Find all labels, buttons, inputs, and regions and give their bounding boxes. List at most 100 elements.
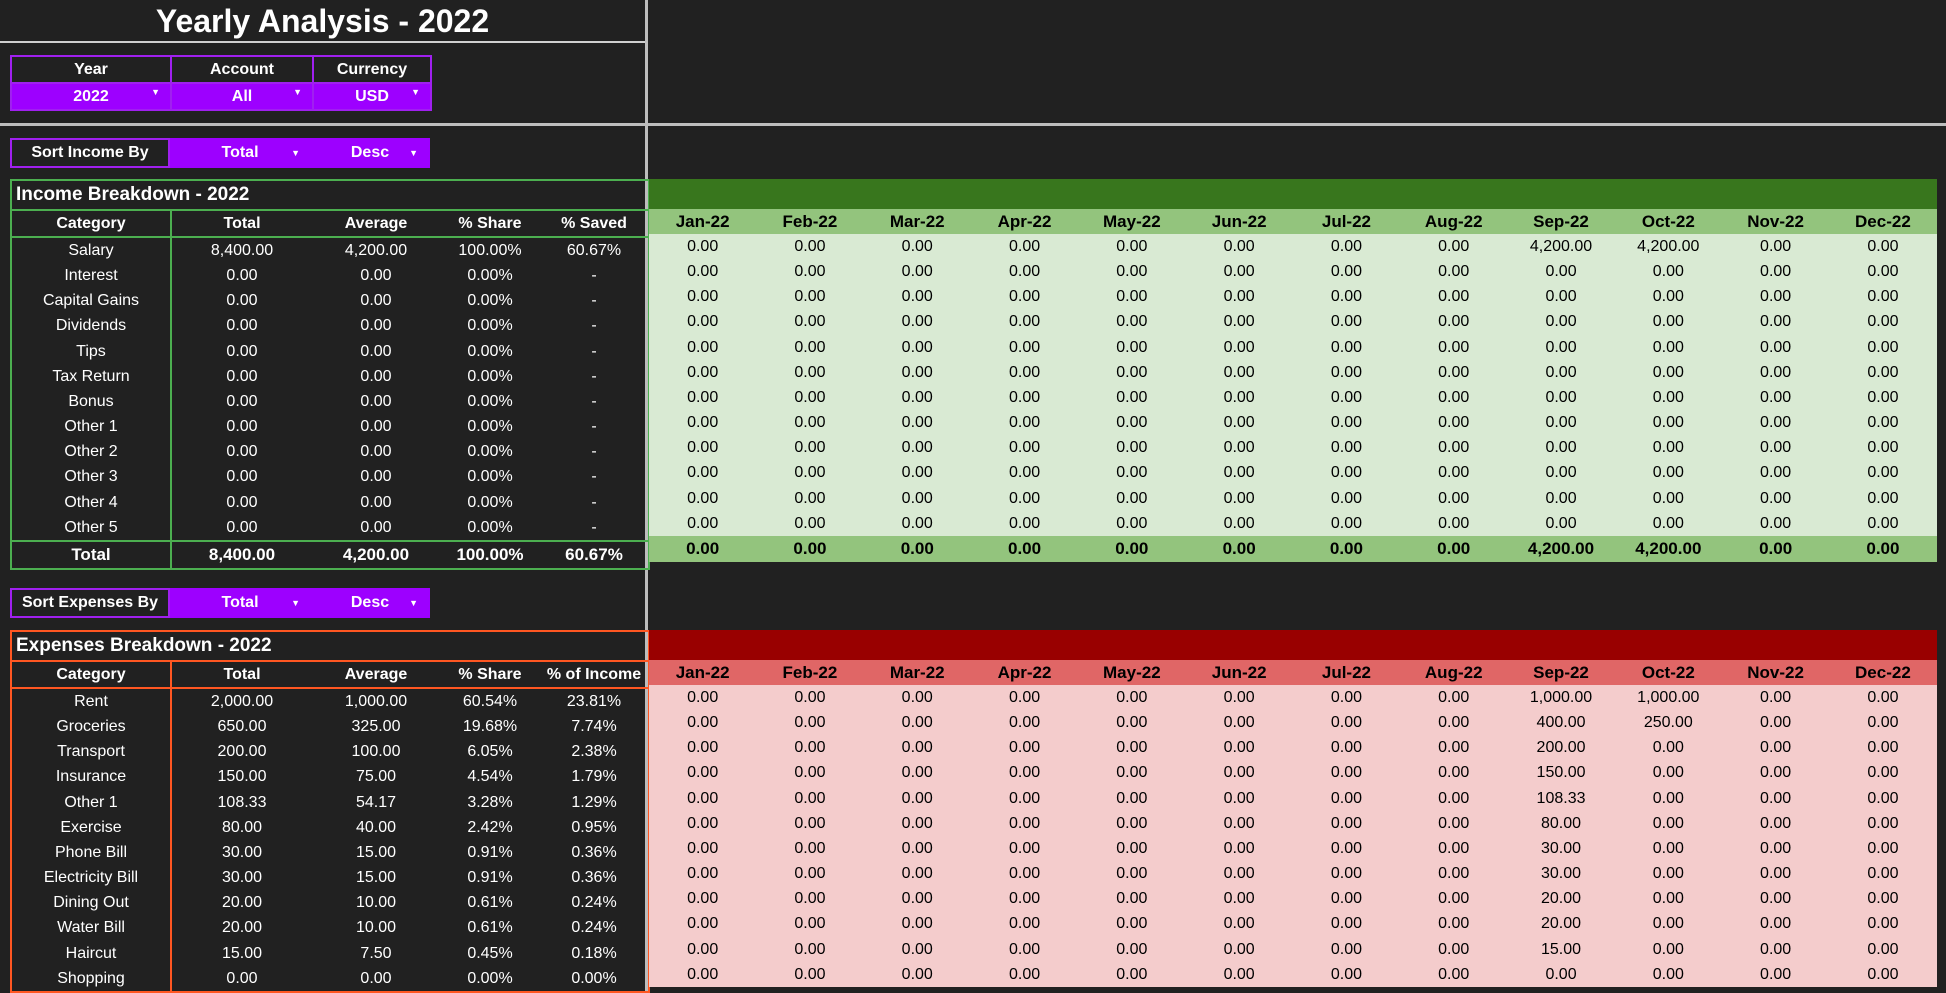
income-month-value: 0.00 [1507, 284, 1615, 310]
table-row: 0.00 0.00 0.00 0.00 0.00 0.00 0.00 0.00 108.33 0.… [649, 785, 1937, 812]
caret-down-icon: ▼ [291, 598, 300, 608]
expense-month-value: 80.00 [1507, 811, 1615, 837]
income-month-value: 0.00 [1400, 234, 1508, 260]
income-band-cell [970, 179, 1079, 209]
income-month-value: 0.00 [1292, 435, 1401, 461]
expense-sort-by-dropdown[interactable]: Total ▼ [168, 588, 312, 618]
expense-month-value: 0.00 [1721, 785, 1830, 812]
expense-band-cell [1078, 630, 1186, 660]
income-month-value: 0.00 [1614, 309, 1722, 335]
income-category-cell: Salary [11, 237, 172, 264]
expense-month-value: 0.00 [649, 710, 757, 736]
income-band-cell [1614, 179, 1722, 209]
income-month-value: 0.00 [1185, 410, 1293, 436]
expense-month-value: 0.00 [756, 886, 864, 912]
expense-month-value: 0.00 [1829, 760, 1937, 786]
expense-month-value: 0.00 [756, 735, 864, 761]
expense-category-cell: Shopping [11, 966, 172, 993]
income-month-value: 0.00 [756, 435, 864, 461]
income-value-cell: 0.00% [467, 518, 513, 536]
year-value: 2022 [73, 87, 109, 105]
expense-value-cell: 20.00 [221, 919, 263, 937]
income-month-header: Jan-22 [649, 209, 757, 235]
income-month-value: 0.00 [1185, 309, 1293, 335]
table-row: Other 1 0.00 0.00 0.00% - [11, 414, 649, 440]
income-month-value: 0.00 [863, 234, 971, 260]
expense-month-value: 0.00 [1829, 811, 1937, 837]
income-month-value: 0.00 [649, 259, 757, 285]
income-month-total-row: 0.00 0.00 0.00 0.00 0.00 0.00 0.00 0.00 4,200.00… [649, 536, 1937, 562]
expense-month-value: 0.00 [1400, 861, 1508, 887]
income-sort-by-dropdown[interactable]: Total ▼ [168, 138, 312, 168]
expense-month-value: 0.00 [1721, 937, 1830, 963]
income-sort-by-value: Total [221, 144, 259, 161]
expense-month-value: 0.00 [1721, 962, 1830, 988]
income-month-value: 0.00 [1292, 460, 1401, 487]
expense-category-cell: Water Bill [11, 915, 172, 942]
expense-value-cell: 1.29% [571, 793, 617, 811]
table-row: Exercise 80.00 40.00 2.42% 0.95% [11, 815, 649, 841]
income-total-cell: 100.00% [440, 540, 540, 569]
income-value-cell: 0.00% [467, 468, 513, 486]
caret-down-icon: ▼ [293, 87, 302, 97]
income-value-cell: 0.00% [467, 493, 513, 511]
table-row: Dining Out 20.00 10.00 0.61% 0.24% [11, 890, 649, 916]
expense-month-value: 0.00 [649, 760, 757, 786]
currency-dropdown[interactable]: USD ▼ [312, 82, 432, 111]
expense-month-value: 0.00 [1829, 735, 1937, 761]
income-month-value: 0.00 [756, 309, 864, 335]
income-month-header: May-22 [1078, 209, 1186, 235]
expense-value-cell: 60.54% [462, 692, 518, 710]
income-total-cell: 4,200.00 [312, 540, 440, 569]
expense-value-cell: 0.00 [360, 969, 392, 987]
income-month-value: 0.00 [1185, 334, 1293, 361]
expense-month-value: 0.00 [649, 785, 757, 812]
expense-month-value: 0.00 [1185, 962, 1293, 988]
expense-month-value: 0.00 [1185, 861, 1293, 887]
expense-month-value: 0.00 [1721, 735, 1830, 761]
income-month-value: 0.00 [1400, 435, 1508, 461]
income-month-value: 0.00 [1078, 460, 1186, 487]
income-month-value: 0.00 [1078, 360, 1186, 386]
income-month-header: Oct-22 [1614, 209, 1722, 235]
caret-down-icon: ▼ [151, 87, 160, 97]
table-row: 0.00 0.00 0.00 0.00 0.00 0.00 0.00 0.00 20.00 0.0… [649, 911, 1937, 938]
income-value-cell: - [591, 292, 597, 310]
income-month-total: 0.00 [1078, 536, 1186, 562]
income-month-value: 0.00 [1185, 486, 1293, 512]
expense-month-value: 150.00 [1507, 760, 1615, 786]
expense-month-value: 0.00 [1614, 911, 1722, 938]
expense-month-value: 0.00 [1185, 811, 1293, 837]
income-month-value: 0.00 [863, 486, 971, 512]
income-month-value: 0.00 [649, 360, 757, 386]
expense-month-value: 0.00 [649, 735, 757, 761]
income-month-value: 0.00 [863, 460, 971, 487]
expense-value-cell: 15.00 [221, 944, 263, 962]
income-month-value: 0.00 [970, 309, 1079, 335]
expense-month-value: 0.00 [1721, 710, 1830, 736]
income-band-cell [756, 179, 864, 209]
year-dropdown[interactable]: 2022 ▼ [10, 82, 172, 111]
expense-sort-order-dropdown[interactable]: Desc ▼ [310, 588, 430, 618]
income-category-cell: Dividends [11, 313, 172, 339]
income-month-value: 0.00 [1292, 309, 1401, 335]
expense-month-header: Dec-22 [1829, 660, 1937, 686]
income-month-value: 0.00 [1078, 410, 1186, 436]
income-value-cell: 60.67% [566, 241, 622, 259]
expense-month-value: 0.00 [1078, 710, 1186, 736]
income-month-value: 0.00 [756, 360, 864, 386]
expense-band-cell [863, 630, 971, 660]
income-month-header: Aug-22 [1400, 209, 1508, 235]
expense-month-value: 1,000.00 [1507, 685, 1615, 711]
income-header-cell: % Share [440, 210, 540, 239]
income-month-value: 0.00 [1829, 486, 1937, 512]
income-band-cell [1507, 179, 1615, 209]
income-value-cell: 0.00% [467, 367, 513, 385]
income-month-value: 0.00 [1292, 284, 1401, 310]
expense-month-value: 0.00 [756, 911, 864, 938]
income-month-total: 4,200.00 [1614, 536, 1722, 562]
income-sort-order-dropdown[interactable]: Desc ▼ [310, 138, 430, 168]
account-dropdown[interactable]: All ▼ [170, 82, 314, 111]
income-month-value: 0.00 [1507, 309, 1615, 335]
table-row: 0.00 0.00 0.00 0.00 0.00 0.00 0.00 0.00 1,000.00… [649, 685, 1937, 711]
